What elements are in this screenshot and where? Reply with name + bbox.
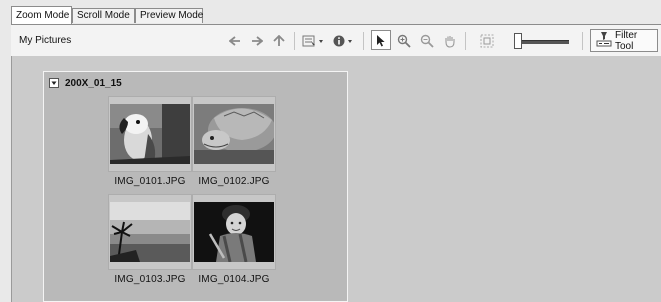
collapse-toggle-icon[interactable] bbox=[49, 78, 59, 88]
thumbnail-frame[interactable] bbox=[108, 96, 192, 172]
zoom-slider-track[interactable] bbox=[517, 40, 569, 44]
group-header: 200X_01_15 bbox=[49, 76, 122, 90]
view-options-icon[interactable] bbox=[301, 31, 327, 51]
zoom-slider-thumb[interactable] bbox=[514, 33, 522, 49]
up-arrow-icon[interactable] bbox=[271, 31, 287, 51]
thumbnail-item[interactable]: IMG_0104.JPG bbox=[192, 194, 276, 288]
filter-tool-label: Filter Tool bbox=[615, 29, 638, 52]
tab-zoom-mode[interactable]: Zoom Mode bbox=[11, 6, 72, 24]
thumbnail-item[interactable]: IMG_0103.JPG bbox=[108, 194, 192, 288]
thumbnail-workspace[interactable]: 200X_01_15 IMG_0101.JPG IMG_0102.JPG IMG… bbox=[11, 56, 661, 302]
toolbar: My Pictures Filter Tool bbox=[11, 24, 661, 56]
current-folder-label: My Pictures bbox=[19, 35, 72, 46]
child-in-winter-clothes-photo bbox=[194, 202, 274, 262]
hand-pan-icon[interactable] bbox=[442, 31, 458, 51]
thumbnail-frame[interactable] bbox=[108, 194, 192, 270]
image-group[interactable]: 200X_01_15 IMG_0101.JPG IMG_0102.JPG IMG… bbox=[43, 71, 348, 302]
thumbnail-frame[interactable] bbox=[192, 96, 276, 172]
back-arrow-icon[interactable] bbox=[227, 31, 243, 51]
tab-scroll-mode[interactable]: Scroll Mode bbox=[72, 8, 135, 23]
thumbnail-item[interactable]: IMG_0101.JPG bbox=[108, 96, 192, 190]
thumbnail-item[interactable]: IMG_0102.JPG bbox=[192, 96, 276, 190]
toolbar-separator bbox=[294, 32, 295, 50]
zoom-out-icon[interactable] bbox=[419, 31, 435, 51]
tab-preview-mode[interactable]: Preview Mode bbox=[135, 8, 203, 23]
thumbnail-filename: IMG_0103.JPG bbox=[114, 274, 186, 285]
filter-funnel-icon bbox=[596, 31, 612, 50]
group-title: 200X_01_15 bbox=[65, 77, 122, 89]
toolbar-separator bbox=[582, 32, 583, 50]
thumbnail-filename: IMG_0102.JPG bbox=[198, 176, 270, 187]
mode-tab-bar: Zoom Mode Scroll Mode Preview Mode bbox=[0, 0, 661, 24]
thumbnail-frame[interactable] bbox=[192, 194, 276, 270]
info-icon[interactable] bbox=[331, 31, 357, 51]
thumbnail-filename: IMG_0104.JPG bbox=[198, 274, 270, 285]
thumbnail-filename: IMG_0101.JPG bbox=[114, 176, 186, 187]
toolbar-separator bbox=[363, 32, 364, 50]
filter-tool-button[interactable]: Filter Tool bbox=[590, 29, 658, 52]
fit-to-window-icon[interactable] bbox=[479, 31, 495, 51]
sunset-photo bbox=[110, 202, 190, 262]
image-browser-window: Zoom Mode Scroll Mode Preview Mode My Pi… bbox=[0, 0, 661, 302]
toolbar-separator bbox=[465, 32, 466, 50]
forward-arrow-icon[interactable] bbox=[249, 31, 265, 51]
tortoise-photo bbox=[194, 104, 274, 164]
zoom-in-icon[interactable] bbox=[396, 31, 412, 51]
parrot-photo bbox=[110, 104, 190, 164]
select-pointer-icon[interactable] bbox=[371, 30, 391, 50]
